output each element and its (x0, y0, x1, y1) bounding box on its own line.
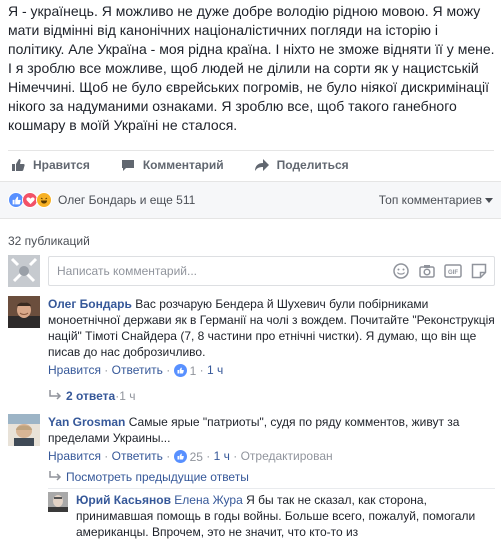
sticker-icon[interactable] (470, 262, 488, 280)
comment-input-placeholder: Написать комментарий... (57, 264, 198, 278)
sort-label: Топ комментариев (378, 193, 482, 207)
camera-icon[interactable] (418, 262, 436, 280)
like-button[interactable]: Нравится (10, 158, 90, 172)
edited-label[interactable]: Отредактирован (241, 449, 333, 463)
publications-count[interactable]: 32 публикаций (8, 234, 90, 248)
reply-item: Юрий Касьянов Елена Жура Я бы так не ска… (48, 492, 495, 542)
comment-button[interactable]: Комментарий (120, 158, 224, 172)
commenter-avatar[interactable] (8, 296, 40, 328)
share-label: Поделиться (276, 157, 349, 172)
post-text: Я - українець. Я можливо не дуже добре в… (8, 3, 495, 133)
replies-time: 1 ч (119, 389, 136, 403)
like-count-icon (173, 450, 187, 463)
current-user-avatar (8, 255, 40, 287)
svg-text:GIF: GIF (448, 270, 458, 276)
comment-bubble-icon (120, 158, 136, 172)
comment-composer: Написать комментарий... GIF (8, 255, 495, 287)
comment-meta: Нравится · Ответить · 1 · 1 ч (48, 363, 224, 378)
comment-reply-link[interactable]: Ответить (112, 363, 163, 377)
gif-icon[interactable]: GIF (444, 262, 462, 280)
comment-body: Олег Бондарь Вас розчарую Бендера й Шухе… (48, 296, 495, 360)
view-replies-link[interactable]: 2 ответа (66, 389, 115, 403)
comment-meta: Нравится · Ответить · 25 · 1 ч · Отредак… (48, 449, 333, 464)
reactions-bar: Олег Бондарь и еще 511 Топ комментариев (0, 181, 501, 219)
reactors-summary[interactable]: Олег Бондарь и еще 511 (58, 193, 195, 207)
comment-like-link[interactable]: Нравится (48, 449, 101, 463)
reaction-icons[interactable] (8, 192, 52, 208)
composer-tools: GIF (384, 262, 488, 280)
view-replies-row[interactable]: 2 ответа · 1 ч (48, 389, 135, 403)
comment-author[interactable]: Yan Grosman (48, 415, 125, 429)
comment-sort-dropdown[interactable]: Топ комментариев (379, 193, 493, 207)
share-arrow-icon (254, 158, 270, 172)
comment-likes[interactable]: 25 (173, 450, 203, 464)
view-previous-replies-row[interactable]: Посмотреть предыдущие ответы (48, 470, 249, 484)
comment-label: Комментарий (142, 157, 224, 172)
replier-avatar[interactable] (48, 492, 68, 512)
like-count-icon (173, 364, 187, 377)
comment-timestamp[interactable]: 1 ч (207, 363, 223, 377)
emoji-icon[interactable] (392, 262, 410, 280)
comment-timestamp[interactable]: 1 ч (214, 449, 230, 463)
caret-down-icon (485, 198, 493, 204)
comment-body: Yan Grosman Самые ярые "патриоты", судя … (48, 414, 495, 446)
reply-divider (48, 488, 495, 489)
thumbs-up-icon (10, 158, 26, 172)
comment-author[interactable]: Олег Бондарь (48, 297, 132, 311)
share-button[interactable]: Поделиться (254, 158, 349, 172)
like-label: Нравится (33, 157, 90, 172)
comment-reply-link[interactable]: Ответить (112, 449, 163, 463)
post-actions-bar: Нравится Комментарий Поделиться (8, 150, 494, 178)
view-previous-replies-link[interactable]: Посмотреть предыдущие ответы (66, 470, 249, 484)
comment-likes[interactable]: 1 (173, 364, 196, 378)
reply-arrow-icon (49, 390, 62, 400)
reply-arrow-icon (49, 471, 62, 481)
reply-body: Юрий Касьянов Елена Жура Я бы так не ска… (76, 492, 495, 540)
comment-input[interactable]: Написать комментарий... GIF (48, 256, 495, 286)
haha-reaction-icon (36, 192, 52, 208)
comment-like-link[interactable]: Нравится (48, 363, 101, 377)
reply-author[interactable]: Юрий Касьянов (76, 493, 171, 507)
commenter-avatar[interactable] (8, 414, 40, 446)
reply-mention[interactable]: Елена Жура (174, 493, 242, 507)
